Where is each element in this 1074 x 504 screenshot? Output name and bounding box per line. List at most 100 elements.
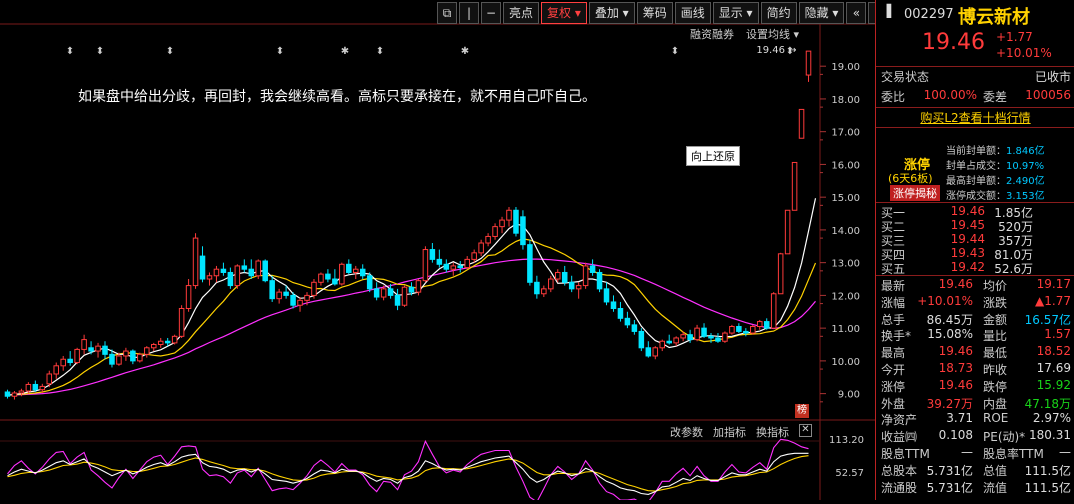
bid-row[interactable]: 买五 19.42 52.6万	[879, 260, 1071, 276]
event-marker-icon: ⬍	[671, 46, 679, 57]
limit-line-value: 2.490亿	[1006, 176, 1045, 187]
candle-body	[694, 327, 700, 341]
candle-body	[784, 209, 791, 255]
toolbar-icon-0[interactable]: ⧉	[437, 2, 457, 24]
ma20-line	[7, 258, 816, 396]
stat-value-2: 17.69	[1036, 361, 1071, 375]
stat-label-2: 跌停	[983, 379, 1008, 394]
candle-body	[311, 281, 317, 296]
candle-body	[88, 347, 94, 352]
indicator-tick-label: 113.20	[829, 435, 864, 446]
bid-row[interactable]: 买一 19.46 1.85亿	[879, 204, 1071, 220]
stock-name: 博云新材	[958, 7, 1030, 28]
stat-label-2: 股息率TTM	[983, 447, 1044, 461]
stat-label: 净资产	[881, 413, 918, 428]
toolbar-icon-2[interactable]: −	[481, 2, 501, 24]
candle-body	[429, 249, 436, 260]
restore-tooltip[interactable]: 向上还原	[686, 146, 740, 166]
price-tick-label: 12.00	[831, 291, 860, 302]
weibi-row: 委比 100.00% 委差 100056	[881, 88, 1071, 104]
stat-label: 最新	[881, 279, 906, 293]
stat-value-2: —	[1059, 445, 1071, 459]
rank-badge[interactable]: 榜	[795, 404, 809, 418]
kline-chart-area[interactable]: 19.00 18.00 17.00 16.00 15.00 14.00 13.00 12.00…	[0, 0, 889, 504]
price-tick-label: 19.00	[831, 62, 860, 73]
switch-indicator-button[interactable]: 换指标	[756, 424, 789, 440]
quote-panel: ▐ 002297 博云新材 19.46 +1.77 +10.01% 交易状态 已…	[875, 0, 1074, 500]
candle-body	[74, 348, 80, 364]
candle-body	[46, 373, 53, 385]
candle-body	[359, 268, 366, 277]
toolbar-button-2[interactable]: 叠加 ▾	[588, 2, 635, 24]
candle-body	[290, 294, 296, 306]
candle-body	[568, 281, 575, 290]
price-tick-label: 15.00	[831, 193, 860, 204]
limit-line-key: 涨停成交额：	[946, 191, 1006, 202]
bid-row[interactable]: 买四 19.43 81.0万	[879, 246, 1071, 262]
toolbar-button-3[interactable]: 筹码	[636, 2, 673, 24]
close-indicator-icon[interactable]: ✕	[799, 424, 812, 437]
change-params-button[interactable]: 改参数	[670, 424, 703, 440]
limit-line-value: 1.846亿	[1006, 146, 1045, 157]
toolbar-button-4[interactable]: 画线	[674, 2, 711, 24]
candle-body	[457, 265, 464, 269]
event-marker-icon: ⬍	[166, 46, 174, 57]
bid-row[interactable]: 买二 19.45 520万	[879, 218, 1071, 234]
stat-value-2: 15.92	[1036, 377, 1071, 392]
chart-icon[interactable]: ▐	[882, 4, 891, 18]
candle-body	[325, 273, 331, 280]
stat-label-2: PE(动)*	[983, 430, 1026, 445]
candle-body	[596, 271, 603, 290]
toolbar-button-0[interactable]: 亮点	[503, 2, 540, 24]
candle-body	[352, 268, 359, 273]
toolbar-button-6[interactable]: 简约	[760, 2, 797, 24]
candle-body	[659, 340, 666, 349]
candle-body	[109, 353, 115, 365]
candle-body	[102, 345, 108, 355]
candle-body	[603, 288, 610, 303]
candle-body	[123, 350, 129, 357]
trade-status-row: 交易状态 已收市	[881, 70, 1071, 84]
candle-body	[652, 347, 659, 357]
stat-value: 19.46	[938, 344, 973, 359]
candle-body	[541, 288, 547, 295]
candle-body	[95, 345, 101, 352]
stat-label: 流通股	[881, 480, 918, 495]
stat-row: 流通股 5.731亿 流值 111.5亿	[879, 479, 1071, 498]
candle-body	[798, 108, 805, 139]
stat-value: —	[961, 445, 973, 459]
stat-value-2: 111.5亿	[1024, 480, 1071, 495]
stat-value: 0.108	[938, 428, 973, 443]
event-marker-icon: ⬍	[276, 46, 284, 57]
add-indicator-button[interactable]: 加指标	[713, 424, 746, 440]
stat-label: 外盘	[881, 396, 906, 411]
toolbar-icon-1[interactable]: |	[459, 2, 479, 24]
limit-line-key: 当前封单额：	[946, 146, 1006, 157]
margin-trading-button[interactable]: 融资融券	[690, 26, 734, 42]
buy-l2-link[interactable]: 购买L2查看十档行情	[876, 109, 1074, 126]
chart-annotation-text: 如果盘中给出分歧，再回封，我会继续高看。高标只要承接在，就不用自己吓自己。	[78, 89, 596, 105]
price-change: +1.77	[996, 30, 1033, 44]
stat-value-2: 111.5亿	[1024, 463, 1071, 478]
stat-label-2: 均价	[983, 279, 1008, 293]
price-tick-label: 13.00	[831, 259, 860, 270]
limit-up-reveal-button[interactable]: 涨停揭秘	[890, 185, 940, 201]
candle-body	[67, 358, 73, 364]
candle-body	[394, 294, 401, 306]
stat-label: 股息TTM	[881, 447, 930, 461]
candle-body	[164, 340, 171, 344]
candle-body	[380, 288, 387, 298]
price-tick-label: 16.00	[831, 160, 860, 171]
candle-body	[673, 337, 679, 344]
candle-body	[130, 350, 136, 362]
toolbar-button-5[interactable]: 显示 ▾	[712, 2, 759, 24]
candle-body	[422, 249, 429, 282]
toolbar-button-1[interactable]: 复权 ▾	[541, 2, 587, 24]
bid-row[interactable]: 买三 19.44 357万	[879, 232, 1071, 248]
candle-body	[763, 321, 770, 329]
toolbar-nav-0[interactable]: «	[846, 2, 867, 24]
toolbar-button-7[interactable]: 隐藏 ▾	[798, 2, 845, 24]
candle-body	[805, 50, 812, 76]
ma-settings-button[interactable]: 设置均线 ▾	[746, 26, 799, 42]
candle-body	[464, 258, 470, 269]
